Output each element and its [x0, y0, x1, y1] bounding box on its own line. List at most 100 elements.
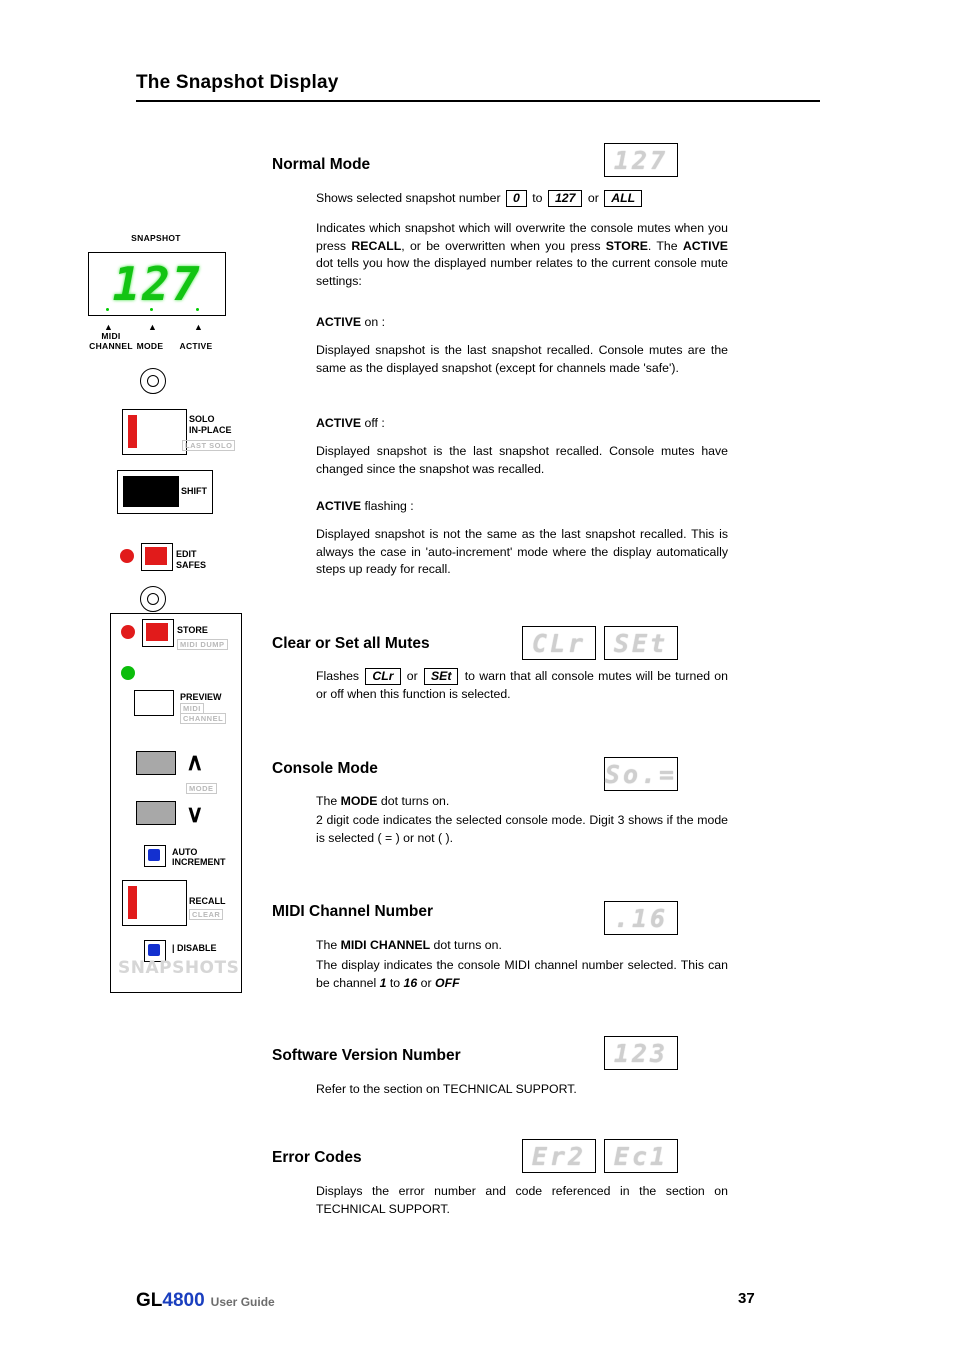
- section-title-error-codes: Error Codes: [272, 1149, 362, 1166]
- disable-label: | DISABLE: [172, 943, 217, 953]
- value-all: ALL: [604, 190, 643, 207]
- software-version-body: Refer to the section on TECHNICAL SUPPOR…: [316, 1082, 577, 1096]
- active-flash-head: ACTIVE: [316, 499, 362, 513]
- recall-bar: [128, 886, 137, 919]
- label-active: ACTIVE: [179, 341, 213, 351]
- mc-a: The: [316, 938, 341, 952]
- label-midi: MIDI: [101, 331, 121, 341]
- recall-switch[interactable]: [122, 880, 187, 926]
- shift-switch-bar: [123, 476, 179, 507]
- active-on-head: ACTIVE: [316, 315, 362, 329]
- display-normal-mode: 127: [604, 143, 678, 177]
- mc-v1: 1: [379, 975, 387, 990]
- page-header: The Snapshot Display: [136, 72, 820, 102]
- auto-label-1: AUTO: [172, 847, 198, 857]
- rotary-knob-upper[interactable]: [140, 368, 166, 394]
- cm-mode: MODE: [340, 794, 378, 808]
- active-off-body: Displayed snapshot is the last snapshot …: [316, 444, 728, 476]
- word-to-1: to: [532, 191, 543, 205]
- auto-increment-switch[interactable]: [144, 845, 166, 867]
- mode-sub-label: MODE: [186, 783, 217, 794]
- page-footer: GL4800 User Guide: [136, 1290, 820, 1312]
- display-error-2-value: Ec1: [613, 1141, 669, 1171]
- clear-set-paragraph: Flashes CLr or SEt to warn that all cons…: [316, 668, 728, 703]
- nm-p1e: . The: [647, 238, 683, 253]
- nm-recall: RECALL: [351, 238, 402, 253]
- solo-switch-bar: [128, 415, 137, 448]
- display-error-2: Ec1: [604, 1139, 678, 1173]
- brand-number: 4800: [162, 1290, 205, 1311]
- active-flashing-body: Displayed snapshot is not the same as th…: [316, 527, 728, 577]
- display-midi-channel-value: .16: [613, 903, 669, 933]
- store-sub-label: MIDI DUMP: [177, 639, 228, 650]
- normal-mode-line1: Shows selected snapshot number 0 to 127 …: [316, 190, 736, 208]
- panel-seven-segment-display: 127: [88, 252, 226, 316]
- display-software-version: 123: [604, 1036, 678, 1070]
- value-min: 0: [505, 190, 527, 207]
- mc-b: MIDI CHANNEL: [340, 938, 431, 952]
- value-set: SEt: [423, 668, 459, 685]
- store-switch[interactable]: [142, 619, 174, 647]
- console-mode-paragraph: 2 digit code indicates the selected cons…: [316, 813, 728, 845]
- down-switch[interactable]: [136, 801, 176, 825]
- page-number: 37: [738, 1290, 755, 1307]
- nm-p1g: dot tells you how the displayed number r…: [316, 256, 728, 288]
- word-or-1: or: [587, 191, 599, 205]
- mc-p2a: The display indicates the console MIDI c…: [316, 958, 728, 990]
- brand-logo: GL4800: [136, 1290, 205, 1311]
- label-mode: MODE: [136, 341, 164, 351]
- up-chevron-icon: ∧: [186, 749, 204, 776]
- auto-increment-led: [148, 849, 160, 861]
- mc-v3: OFF: [435, 975, 460, 990]
- display-clr: CLr: [522, 626, 596, 660]
- display-error-1-value: Er2: [531, 1141, 587, 1171]
- display-clr-value: CLr: [531, 628, 587, 658]
- display-set-value: SEt: [613, 628, 669, 658]
- mc-v2: 16: [403, 975, 418, 990]
- edit-safes-led: [120, 549, 134, 563]
- header-rule: [136, 100, 820, 102]
- edit-label-1: EDIT: [176, 549, 197, 559]
- mode-arrow-icon: ▲: [148, 322, 157, 332]
- cm-c: dot turns on.: [377, 794, 450, 808]
- rotary-knob-lower[interactable]: [140, 586, 166, 612]
- store-led: [121, 625, 135, 639]
- edit-safes-switch[interactable]: [141, 543, 173, 571]
- value-max: 127: [547, 190, 583, 207]
- normal-mode-line1-text: Shows selected snapshot number: [316, 191, 501, 205]
- up-switch[interactable]: [136, 751, 176, 775]
- mode-dot: [150, 308, 153, 311]
- edit-safes-bar: [145, 547, 167, 565]
- recall-sub-label: CLEAR: [189, 909, 224, 920]
- active-on-suffix: on :: [361, 315, 386, 329]
- mc-or: or: [420, 975, 432, 990]
- mc-to: to: [389, 975, 401, 990]
- display-software-version-value: 123: [613, 1038, 669, 1068]
- preview-sub-label-2: CHANNEL: [180, 713, 227, 724]
- nm-p1c: , or be overwritten when you press: [401, 238, 606, 253]
- recall-label: RECALL: [189, 896, 226, 906]
- page-title: The Snapshot Display: [136, 72, 339, 93]
- section-title-software-version: Software Version Number: [272, 1047, 461, 1064]
- panel-snapshot-label: SNAPSHOT: [131, 233, 181, 243]
- active-off-head: ACTIVE: [316, 416, 362, 430]
- section-title-console-mode: Console Mode: [272, 760, 378, 777]
- brand-gl: GL: [136, 1290, 163, 1311]
- preview-led: [121, 666, 135, 680]
- solo-label-1: SOLO: [189, 414, 215, 424]
- document-page: The Snapshot Display SNAPSHOT 127 ▲ ▲ ▲ …: [0, 0, 954, 1351]
- down-chevron-icon: ∨: [186, 801, 204, 828]
- nm-active: ACTIVE: [682, 238, 728, 253]
- section-title-normal-mode: Normal Mode: [272, 156, 371, 173]
- preview-switch[interactable]: [134, 690, 174, 716]
- midi-channel-line1: The MIDI CHANNEL dot turns on.: [316, 937, 728, 955]
- midi-channel-paragraph: The display indicates the console MIDI c…: [316, 957, 728, 992]
- section-title-midi-channel: MIDI Channel Number: [272, 903, 434, 920]
- mc-c: dot turns on.: [430, 938, 502, 952]
- solo-label-2: IN-PLACE: [189, 425, 232, 435]
- preview-label: PREVIEW: [180, 692, 222, 702]
- active-arrow-icon: ▲: [194, 322, 203, 332]
- solo-in-place-switch[interactable]: [122, 409, 187, 455]
- active-dot: [196, 308, 199, 311]
- console-mode-line1: The MODE dot turns on.: [316, 793, 728, 811]
